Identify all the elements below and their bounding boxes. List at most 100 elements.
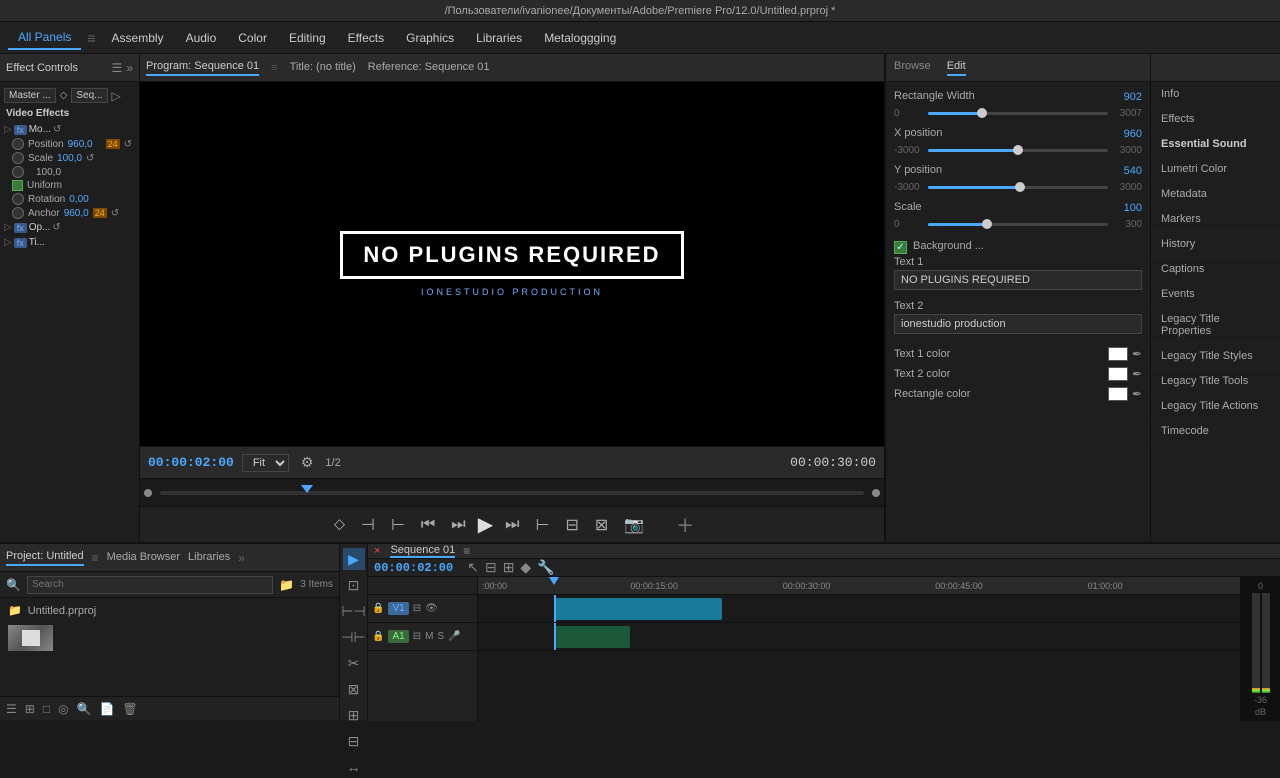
scale-thumb[interactable] [982, 219, 992, 229]
y-position-value[interactable]: 540 [1124, 165, 1142, 177]
new-item-icon[interactable]: 📄 [100, 702, 115, 716]
stopwatch-rot[interactable] [12, 193, 24, 205]
stopwatch-anchor[interactable] [12, 207, 24, 219]
seq-tab-main[interactable]: Sequence 01 [390, 544, 455, 558]
a1-track[interactable] [478, 623, 1240, 651]
freeform-view-icon[interactable]: □ [43, 702, 50, 716]
panel-item-legacy-title-props[interactable]: Legacy Title Properties [1151, 307, 1280, 344]
seq-dropdown[interactable]: Seq... [71, 88, 107, 103]
scale-val[interactable]: 100 [1124, 202, 1142, 214]
play-out-btn[interactable]: ⏭ [501, 514, 523, 536]
background-checkbox[interactable]: ✓ [894, 241, 907, 254]
x-pos-slider[interactable] [928, 149, 1108, 152]
overwrite-btn[interactable]: ⊠ [591, 513, 612, 537]
scrubber-bar[interactable] [160, 491, 864, 495]
rolling-edit-tool[interactable]: ⊣⊢ [343, 626, 365, 648]
tab-program[interactable]: Program: Sequence 01 [146, 60, 259, 76]
project-item-folder[interactable]: 📁 Untitled.prproj [4, 602, 335, 619]
tab-reference[interactable]: Reference: Sequence 01 [368, 61, 490, 75]
add-btn[interactable]: ＋ [676, 512, 694, 538]
export-frame-btn[interactable]: 📷 [620, 513, 648, 537]
uniform-scale-cb[interactable] [12, 180, 23, 191]
stopwatch-scale[interactable] [12, 152, 24, 164]
snap-icon[interactable]: ⊞ [503, 559, 515, 576]
scrubber-thumb[interactable] [301, 485, 313, 493]
a1-mute-icon[interactable]: M [425, 631, 433, 642]
rect-color-swatch[interactable] [1108, 387, 1128, 401]
panel-item-markers[interactable]: Markers [1151, 207, 1280, 232]
tab-edit[interactable]: Edit [947, 60, 966, 76]
ripple-edit-tool[interactable]: ⊢⊣ [343, 600, 365, 622]
menu-effects[interactable]: Effects [338, 27, 394, 49]
text2-input[interactable] [894, 314, 1142, 334]
expand-icon[interactable]: ▷ [112, 89, 121, 103]
stopwatch-icon[interactable] [12, 138, 24, 150]
list-view-icon[interactable]: ☰ [6, 702, 17, 716]
tab-browse[interactable]: Browse [894, 60, 931, 76]
rect-width-thumb[interactable] [977, 108, 987, 118]
insert-btn[interactable]: ⊟ [561, 513, 582, 537]
grid-view-icon[interactable]: ⊞ [25, 702, 35, 716]
tab-media-browser[interactable]: Media Browser [107, 551, 180, 565]
a1-sync-icon[interactable]: ⊟ [413, 631, 421, 642]
razor-tool[interactable]: ✂ [343, 652, 365, 674]
panel-item-effects[interactable]: Effects [1151, 107, 1280, 132]
selection-tool-icon[interactable]: ↖ [467, 559, 479, 576]
tab-libraries[interactable]: Libraries [188, 551, 230, 565]
x-pos-thumb[interactable] [1013, 145, 1023, 155]
x-position-value[interactable]: 960 [1124, 128, 1142, 140]
panel-item-metadata[interactable]: Metadata [1151, 182, 1280, 207]
tab-project[interactable]: Project: Untitled [6, 550, 84, 566]
reset-anchor[interactable]: ↺ [111, 208, 119, 219]
timeline-scrubber[interactable] [140, 478, 884, 506]
v1-sync-icon[interactable]: ⊟ [413, 603, 421, 614]
panel-item-captions[interactable]: Captions [1151, 257, 1280, 282]
panel-item-history[interactable]: History [1151, 232, 1280, 257]
text1-color-picker-icon[interactable]: ✒ [1132, 347, 1142, 361]
menu-graphics[interactable]: Graphics [396, 27, 464, 49]
text1-color-swatch[interactable] [1108, 347, 1128, 361]
text1-input[interactable] [894, 270, 1142, 290]
search-input[interactable] [27, 576, 273, 594]
reset-opacity[interactable]: ↺ [52, 222, 60, 233]
text2-color-picker-icon[interactable]: ✒ [1132, 367, 1142, 381]
menu-color[interactable]: Color [228, 27, 277, 49]
toggle-sync[interactable]: ⊟ [485, 559, 497, 576]
close-seq-icon[interactable]: × [374, 545, 380, 557]
step-back-btn[interactable]: ⊢ [387, 513, 409, 537]
seq-tab-menu[interactable]: ≡ [463, 544, 470, 558]
mark-in-btn[interactable]: ⬦ [330, 514, 349, 536]
search-footer-icon[interactable]: 🔍 [77, 702, 92, 716]
effect-controls-expand-icon[interactable]: » [126, 61, 133, 75]
menu-libraries[interactable]: Libraries [466, 27, 532, 49]
delete-icon[interactable]: 🗑 [122, 702, 137, 716]
tab-title[interactable]: Title: (no title) [290, 61, 356, 75]
a1-mic-icon[interactable]: 🎤 [448, 631, 460, 642]
new-bin-icon[interactable]: 📁 [279, 578, 294, 592]
step-forward-btn[interactable]: ⏭ [447, 514, 469, 536]
timecode-in-display[interactable]: 00:00:02:00 [148, 455, 234, 470]
panel-item-legacy-title-actions[interactable]: Legacy Title Actions [1151, 394, 1280, 419]
pos-x-value[interactable]: 960,0 [68, 139, 93, 150]
y-pos-thumb[interactable] [1015, 182, 1025, 192]
pin-icon[interactable]: ◎ [58, 702, 68, 716]
track-select-tool[interactable]: ⊡ [343, 574, 365, 596]
panel-item-lumetri[interactable]: Lumetri Color [1151, 157, 1280, 182]
menu-all-panels[interactable]: All Panels [8, 26, 81, 50]
slip-tool[interactable]: ⊠ [343, 678, 365, 700]
fit-dropdown[interactable]: Fit [242, 454, 289, 472]
scale-value[interactable]: 100,0 [57, 153, 82, 164]
a1-clip[interactable] [554, 626, 630, 648]
master-dropdown[interactable]: Master ... [4, 88, 56, 103]
rot-value[interactable]: 0,00 [69, 194, 88, 205]
rect-color-picker-icon[interactable]: ✒ [1132, 387, 1142, 401]
go-to-in-btn[interactable]: ⊣ [357, 513, 379, 537]
a1-lock-icon[interactable]: 🔒 [372, 631, 384, 642]
anchor-x-value[interactable]: 960,0 [64, 208, 89, 219]
y-pos-slider[interactable] [928, 186, 1108, 189]
scale-slider[interactable] [928, 223, 1108, 226]
marker-icon[interactable]: ◆ [520, 559, 531, 576]
fit-tool[interactable]: ↔ [343, 756, 365, 778]
v1-lock-icon[interactable]: 🔒 [372, 603, 384, 614]
settings-icon[interactable]: ⚙ [297, 452, 318, 473]
